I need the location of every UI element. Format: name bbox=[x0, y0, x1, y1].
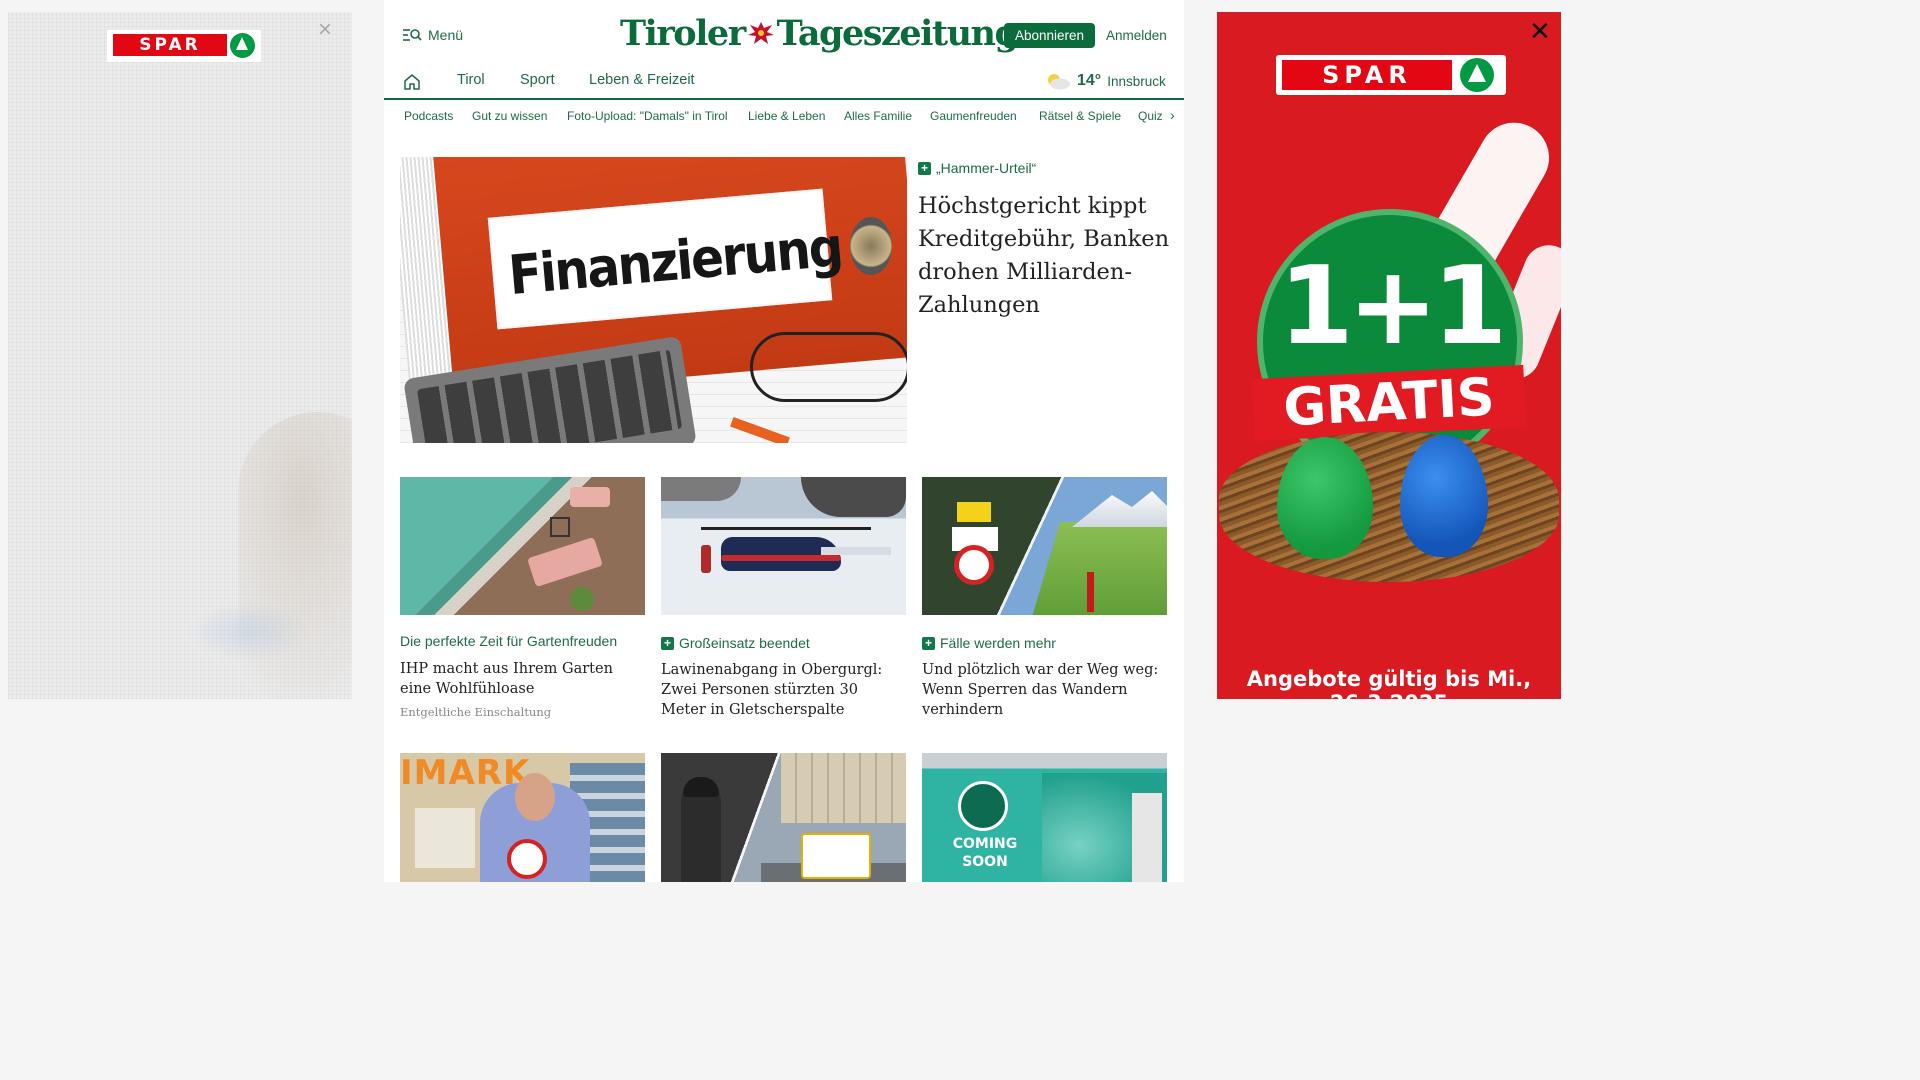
image-marker-post bbox=[1087, 572, 1094, 612]
weather-temperature: 14° bbox=[1077, 72, 1102, 89]
card-headline[interactable]: Und plötzlich war der Weg weg: Wenn Sper… bbox=[922, 660, 1167, 720]
image-chair bbox=[570, 487, 610, 507]
coffee-logo-icon bbox=[958, 781, 1008, 831]
home-icon[interactable] bbox=[403, 73, 421, 90]
spar-tree-icon bbox=[1460, 58, 1494, 92]
card-headline[interactable]: Lawinenabgang in Obergurgl: Zwei Persone… bbox=[661, 660, 906, 720]
image-pillar bbox=[1132, 793, 1162, 882]
subnav-item-alles-familie[interactable]: Alles Familie bbox=[844, 109, 912, 123]
partly-cloudy-icon bbox=[1048, 74, 1070, 90]
image-firefighter bbox=[681, 783, 721, 882]
weather-city: Innsbruck bbox=[1107, 73, 1166, 89]
hero-kicker-text: „Hammer-Urteil“ bbox=[936, 160, 1037, 176]
card-headline[interactable]: IHP macht aus Ihrem Garten eine Wohlfühl… bbox=[400, 659, 645, 699]
card-kicker[interactable]: + Fälle werden mehr bbox=[922, 635, 1056, 651]
image-sofa bbox=[527, 536, 603, 588]
spar-tree-icon bbox=[230, 33, 255, 58]
card-image-garden[interactable] bbox=[400, 477, 645, 615]
main-navigation: Tirol Sport Leben & Freizeit 14° Innsbru… bbox=[384, 64, 1184, 100]
card-image-emergency[interactable] bbox=[661, 753, 906, 882]
card-kicker-text: Die perfekte Zeit für Gartenfreuden bbox=[400, 633, 618, 649]
nav-item-tirol[interactable]: Tirol bbox=[457, 72, 485, 88]
spar-logo-text: SPAR bbox=[113, 34, 227, 56]
image-helicopter-tail bbox=[821, 547, 891, 555]
card-kicker-text: Großeinsatz beendet bbox=[679, 635, 810, 651]
image-ambulance bbox=[801, 833, 871, 879]
premium-plus-icon: + bbox=[922, 636, 935, 650]
deal-text: 1+1 bbox=[1278, 244, 1508, 369]
login-link[interactable]: Anmelden bbox=[1106, 23, 1167, 48]
image-meadow bbox=[1032, 522, 1167, 615]
card-image-store-opening[interactable]: COMING SOON bbox=[922, 753, 1167, 882]
subnav-item-liebe-leben[interactable]: Liebe & Leben bbox=[748, 109, 825, 123]
chevron-right-icon[interactable]: › bbox=[1170, 107, 1175, 123]
spar-logo: SPAR bbox=[107, 30, 261, 62]
menu-button[interactable]: Menü bbox=[402, 27, 463, 43]
image-plant bbox=[570, 587, 594, 611]
close-ad-icon[interactable]: × bbox=[318, 18, 332, 42]
premium-plus-icon: + bbox=[918, 161, 931, 175]
nav-item-sport[interactable]: Sport bbox=[520, 72, 555, 88]
close-ad-icon[interactable]: ✕ bbox=[1529, 18, 1551, 44]
no-smoking-sign-icon bbox=[507, 839, 547, 879]
main-content: Menü Tiroler Tageszeitung Abonnieren Anm… bbox=[384, 0, 1184, 882]
subnav-item-raetsel-spiele[interactable]: Rätsel & Spiele bbox=[1039, 109, 1121, 123]
subscribe-button[interactable]: Abonnieren bbox=[1004, 23, 1095, 48]
sub-navigation: Podcasts Gut zu wissen Foto-Upload: "Dam… bbox=[384, 100, 1184, 132]
sponsored-note: Entgeltliche Einschaltung bbox=[400, 705, 552, 719]
right-ad-banner[interactable]: ✕ SPAR 1+1 GRATIS Angebote gültig bis Mi… bbox=[1217, 12, 1561, 699]
card-kicker-text: Fälle werden mehr bbox=[940, 635, 1056, 651]
image-signpost bbox=[957, 502, 991, 522]
menu-search-icon bbox=[403, 29, 422, 41]
hero-kicker[interactable]: + „Hammer-Urteil“ bbox=[918, 160, 1036, 176]
image-glasses bbox=[750, 332, 907, 402]
ad-validity-text: Angebote gültig bis Mi., 26.3.2025 bbox=[1246, 667, 1532, 699]
image-poster bbox=[415, 808, 475, 868]
subnav-item-gut-zu-wissen[interactable]: Gut zu wissen bbox=[472, 109, 547, 123]
site-header: Menü Tiroler Tageszeitung Abonnieren Anm… bbox=[384, 0, 1184, 64]
subnav-item-gaumenfreuden[interactable]: Gaumenfreuden bbox=[930, 109, 1017, 123]
image-coming-soon-text: COMING SOON bbox=[952, 836, 1018, 870]
image-rotor bbox=[701, 527, 871, 530]
card-kicker[interactable]: Die perfekte Zeit für Gartenfreuden bbox=[400, 633, 617, 649]
subnav-item-foto-upload[interactable]: Foto-Upload: "Damals" in Tirol bbox=[567, 109, 728, 123]
card-image-helicopter[interactable] bbox=[661, 477, 906, 615]
image-table bbox=[550, 517, 570, 537]
ad-faded-flower bbox=[188, 602, 308, 662]
subnav-item-quiz[interactable]: Quiz bbox=[1138, 109, 1163, 123]
premium-plus-icon: + bbox=[661, 636, 674, 650]
tyrol-eagle-icon bbox=[747, 22, 774, 44]
image-building bbox=[781, 753, 906, 823]
menu-label: Menü bbox=[428, 27, 464, 43]
image-rock bbox=[801, 477, 906, 517]
image-helicopter-stripe bbox=[721, 555, 841, 561]
image-binder-text: Finanzierung bbox=[506, 215, 844, 308]
easter-nest bbox=[1219, 432, 1559, 582]
site-logo[interactable]: Tiroler Tageszeitung bbox=[620, 12, 1019, 56]
image-rock bbox=[661, 477, 741, 501]
nav-item-leben-freizeit[interactable]: Leben & Freizeit bbox=[589, 72, 695, 88]
subnav-item-podcasts[interactable]: Podcasts bbox=[404, 109, 453, 123]
image-mountains bbox=[1072, 491, 1167, 527]
spar-logo: SPAR bbox=[1276, 55, 1506, 95]
hero-headline[interactable]: Höchstgericht kippt Kreditgebühr, Banken… bbox=[918, 190, 1174, 322]
page: SPAR × Menü Tiroler Tageszeitung Abonnie… bbox=[0, 0, 1568, 882]
logo-text-right: Tageszeitung bbox=[776, 13, 1019, 54]
left-ad-banner[interactable]: SPAR × bbox=[8, 12, 352, 699]
no-bikes-sign-icon bbox=[954, 545, 994, 585]
card-image-shop[interactable]: IMARK bbox=[400, 753, 645, 882]
image-helmet bbox=[683, 777, 719, 797]
weather-widget[interactable]: 14° Innsbruck bbox=[1045, 72, 1166, 90]
logo-text-left: Tiroler bbox=[620, 13, 746, 54]
image-face bbox=[515, 773, 555, 821]
image-person bbox=[701, 545, 711, 573]
card-kicker[interactable]: + Großeinsatz beendet bbox=[661, 635, 810, 651]
spar-logo-text: SPAR bbox=[1282, 60, 1452, 90]
hero-article-image[interactable]: Finanzierung bbox=[400, 157, 907, 443]
card-image-trail[interactable] bbox=[922, 477, 1167, 615]
image-binder-ring bbox=[850, 217, 892, 275]
